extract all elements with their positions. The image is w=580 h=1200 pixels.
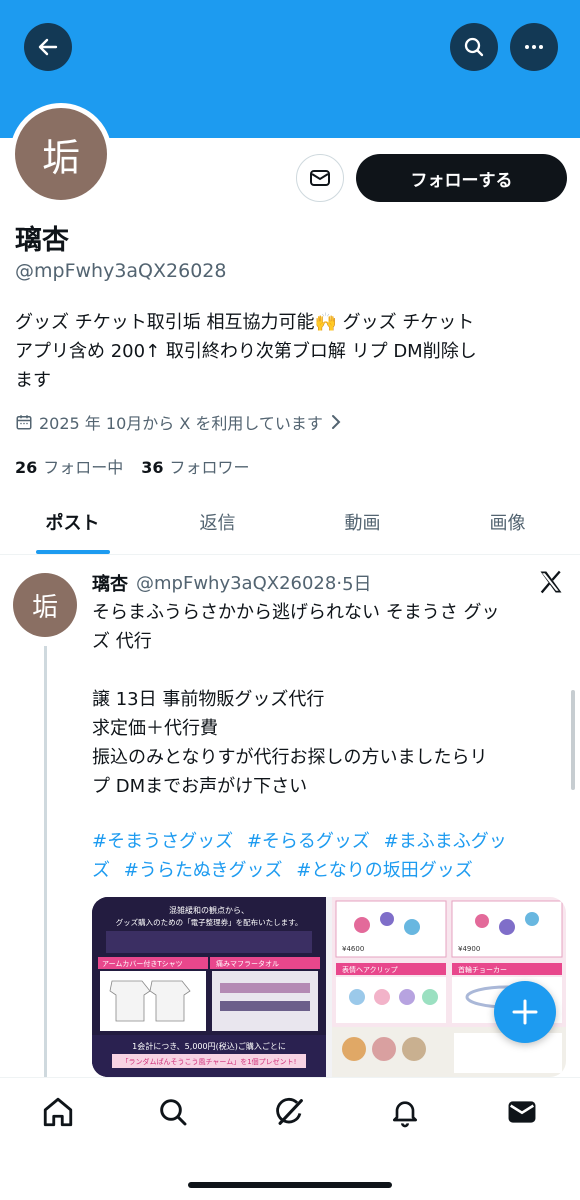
thread-line [44, 646, 47, 1078]
hashtag-link[interactable]: ズ [92, 860, 110, 881]
post-header: 璃杏 @mpFwhy3aQX26028 · 5日 [92, 570, 372, 596]
compose-button[interactable] [494, 981, 556, 1043]
hashtag-link[interactable]: #そまうさグッズ [92, 831, 233, 852]
nav-home[interactable] [40, 1094, 76, 1130]
goods-price-a: ¥4600 [342, 945, 364, 953]
flyer-promo2: 「ランダムぱんそうこう風チャーム」を1個プレゼント! [122, 1057, 297, 1066]
post-time[interactable]: 5日 [342, 570, 371, 596]
x-logo-icon [537, 568, 565, 596]
post-author-handle[interactable]: @mpFwhy3aQX26028 [136, 573, 336, 594]
flyer-promo: 1会計につき、5,000円(税込)ご購入ごとに [132, 1041, 286, 1051]
post-hashtags: #そまうさグッズ #そらるグッズ #まふまふグッ ズ #うらたぬきグッズ #とな… [92, 827, 562, 885]
nav-notifications[interactable] [387, 1094, 423, 1130]
profile-avatar[interactable]: 垢 [10, 103, 112, 205]
followers-count: 36 [141, 458, 164, 477]
goods-label-d: 首輪チョーカー [458, 965, 507, 974]
following-link[interactable]: 26 フォロー中 [15, 454, 123, 478]
bell-icon [389, 1096, 421, 1128]
chevron-right-icon [329, 414, 343, 430]
nav-search[interactable] [155, 1094, 191, 1130]
following-count: 26 [15, 458, 38, 477]
goods-label-c: 表情ヘアクリップ [342, 965, 398, 974]
scrollbar[interactable] [571, 690, 575, 790]
tab-videos[interactable]: 動画 [290, 490, 435, 554]
tab-label: 返信 [199, 513, 236, 534]
flyer-line2: グッズ購入のための「電子整理券」を配布いたします。 [116, 917, 303, 927]
flyer-label-a: アームカバー付きTシャツ [102, 959, 183, 968]
followers-link[interactable]: 36 フォロワー [141, 454, 249, 478]
home-indicator [188, 1182, 392, 1188]
back-button[interactable] [24, 23, 72, 71]
grok-icon [273, 1095, 307, 1129]
goods-price-b: ¥4900 [458, 945, 480, 953]
nav-grok[interactable] [272, 1094, 308, 1130]
tab-label: 動画 [344, 513, 381, 534]
search-icon [157, 1096, 189, 1128]
hashtag-link[interactable]: #そらるグッズ [247, 831, 370, 852]
tab-posts[interactable]: ポスト [0, 490, 145, 554]
hashtag-link[interactable]: #まふまふグッ [384, 831, 507, 852]
hashtag-link[interactable]: #となりの坂田グッズ [296, 860, 473, 881]
post-avatar[interactable]: 垢 [13, 573, 77, 637]
profile-bio: グッズ チケット取引垢 相互協力可能🙌 グッズ チケット アプリ含め 200↑ … [15, 312, 477, 391]
tab-media[interactable]: 画像 [435, 490, 580, 554]
home-icon [41, 1095, 75, 1129]
tab-label: 画像 [489, 513, 526, 534]
tab-replies[interactable]: 返信 [145, 490, 290, 554]
avatar-initial: 垢 [31, 592, 58, 623]
mail-icon [505, 1095, 539, 1129]
post-author-name[interactable]: 璃杏 [92, 570, 128, 596]
active-tab-indicator [35, 550, 110, 554]
post-media[interactable]: 混雑緩和の観点から、 グッズ購入のための「電子整理券」を配布いたします。 アーム… [92, 897, 566, 1077]
flyer-label-b: 痛みマフラータオル [216, 959, 279, 968]
follow-stats: 26 フォロー中 36 フォロワー [15, 454, 250, 478]
envelope-icon [308, 166, 332, 190]
arrow-left-icon [36, 35, 60, 59]
more-button[interactable] [510, 23, 558, 71]
nav-messages[interactable] [504, 1094, 540, 1130]
search-button[interactable] [450, 23, 498, 71]
profile-tabs: ポスト 返信 動画 画像 [0, 490, 580, 555]
following-label: フォロー中 [43, 458, 124, 477]
flyer-line1: 混雑緩和の観点から、 [169, 905, 249, 915]
tab-label: ポスト [45, 513, 100, 534]
avatar-initial: 垢 [41, 135, 80, 180]
hashtag-link[interactable]: #うらたぬきグッズ [124, 860, 283, 881]
follow-button[interactable]: フォローする [356, 154, 567, 202]
media-image-flyer[interactable]: 混雑緩和の観点から、 グッズ購入のための「電子整理券」を配布いたします。 アーム… [92, 897, 326, 1077]
plus-icon [510, 997, 540, 1027]
user-handle: @mpFwhy3aQX26028 [15, 260, 227, 282]
joined-text: 2025 年 10月から X を利用しています [39, 414, 323, 433]
followers-label: フォロワー [169, 458, 250, 477]
message-button[interactable] [296, 154, 344, 202]
more-dots-icon [522, 35, 546, 59]
post-text: そらまふうらさかから逃げられない そまうさ グッ ズ 代行 譲 13日 事前物販… [92, 602, 500, 797]
display-name: 璃杏 [15, 225, 69, 256]
joined-date[interactable]: 2025 年 10月から X を利用しています [15, 410, 343, 434]
search-icon [462, 35, 486, 59]
calendar-icon [15, 413, 33, 431]
